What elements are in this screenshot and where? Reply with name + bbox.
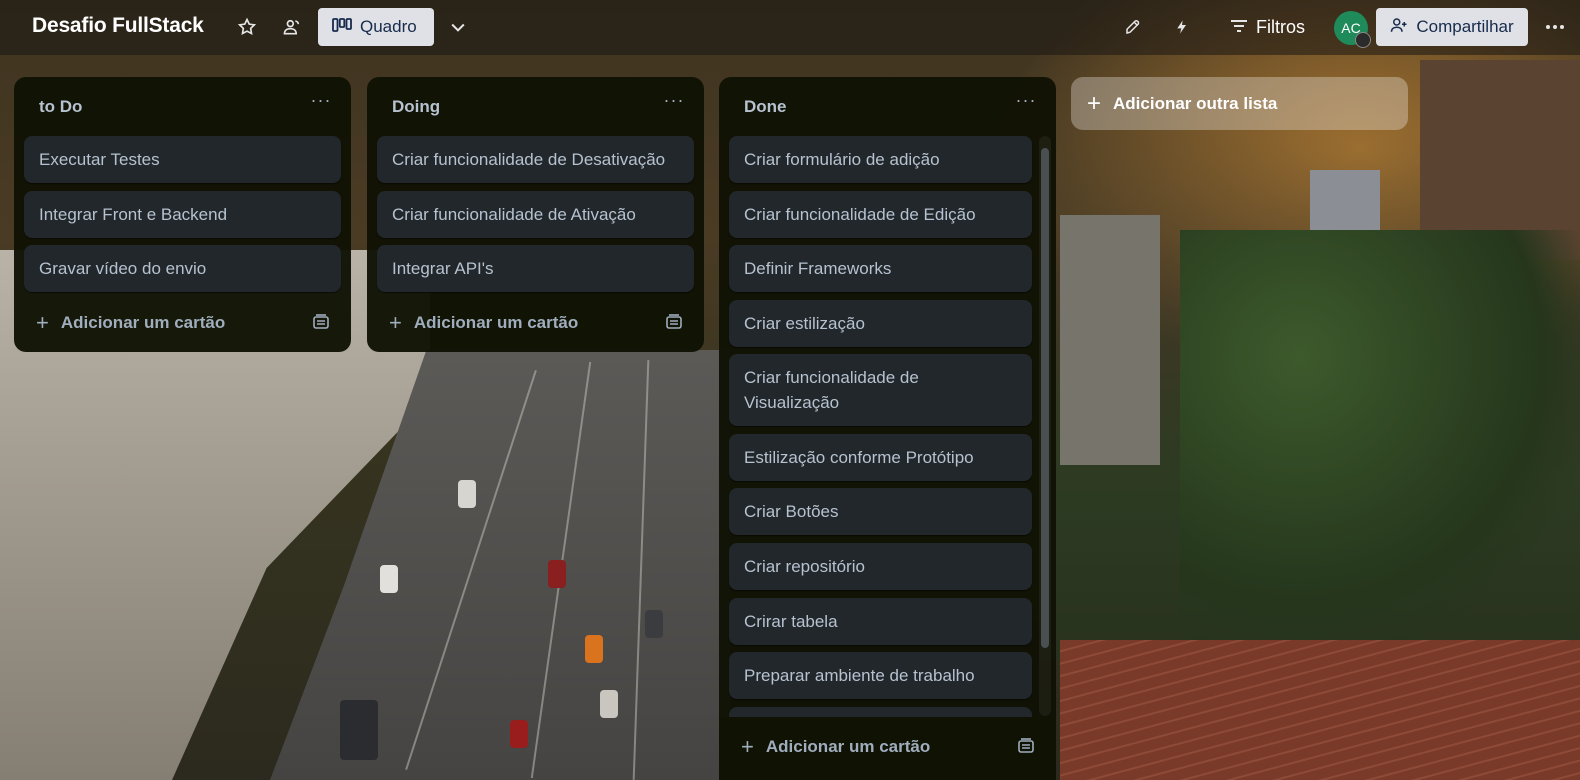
list-title[interactable]: to Do: [39, 97, 82, 117]
card[interactable]: Gravar vídeo do envio: [24, 245, 341, 292]
add-card-button[interactable]: + Adicionar um cartão: [36, 310, 225, 336]
admin-badge-icon: [1355, 32, 1371, 48]
background-car: [645, 610, 663, 638]
scrollbar-thumb[interactable]: [1041, 148, 1049, 648]
add-card-label: Adicionar um cartão: [765, 737, 931, 756]
share-button[interactable]: Compartilhar: [1376, 8, 1528, 46]
star-icon[interactable]: [232, 12, 262, 42]
card[interactable]: Criar funcionalidade de Visualização: [729, 354, 1032, 426]
member-avatar[interactable]: AC: [1334, 11, 1371, 48]
list-done: Done ··· Criar formulário de adição Cria…: [719, 77, 1056, 780]
card[interactable]: Preparar ambiente de trabalho: [729, 652, 1032, 699]
card[interactable]: Estilização conforme Protótipo: [729, 434, 1032, 481]
plus-icon: +: [741, 734, 754, 759]
list-menu-icon[interactable]: ···: [662, 91, 686, 113]
more-icon[interactable]: [1540, 12, 1570, 42]
filter-button[interactable]: Filtros: [1230, 11, 1305, 43]
list-title[interactable]: Doing: [392, 97, 440, 117]
automation-icon[interactable]: [1167, 12, 1197, 42]
background-car: [510, 720, 528, 748]
card[interactable]: Criar formulário de adição: [729, 136, 1032, 183]
add-card-label: Adicionar um cartão: [413, 313, 579, 332]
card[interactable]: Criar funcionalidade de Desativação: [377, 136, 694, 183]
card-partial[interactable]: [729, 707, 1032, 717]
card[interactable]: Definir Frameworks: [729, 245, 1032, 292]
card[interactable]: Criar funcionalidade de Edição: [729, 191, 1032, 238]
list-doing: Doing ··· Criar funcionalidade de Desati…: [367, 77, 704, 352]
plus-icon: +: [36, 310, 49, 335]
background-running-track: [1060, 640, 1580, 780]
plus-icon: +: [1087, 89, 1102, 117]
board-header: Desafio FullStack Quadro Filtros AC Comp…: [0, 0, 1580, 55]
card[interactable]: Criar estilização: [729, 300, 1032, 347]
card-template-icon[interactable]: [312, 314, 330, 330]
filter-icon: [1230, 17, 1248, 38]
background-car: [380, 565, 398, 593]
list-menu-icon[interactable]: ···: [309, 91, 333, 113]
card[interactable]: Integrar Front e Backend: [24, 191, 341, 238]
board-title[interactable]: Desafio FullStack: [32, 14, 204, 38]
background-car: [585, 635, 603, 663]
workspace-visibility-icon[interactable]: [277, 12, 307, 42]
plus-icon: +: [389, 310, 402, 335]
list-to-do: to Do ··· Executar Testes Integrar Front…: [14, 77, 351, 352]
list-scrollbar[interactable]: [1039, 136, 1051, 716]
card[interactable]: Crirar tabela: [729, 598, 1032, 645]
background-trees: [1180, 230, 1580, 650]
background-building: [1060, 215, 1160, 465]
share-label: Compartilhar: [1416, 17, 1514, 36]
card-template-icon[interactable]: [665, 314, 683, 330]
background-car: [340, 700, 378, 760]
background-car: [548, 560, 566, 588]
board-view-button[interactable]: Quadro: [318, 8, 434, 46]
board-view-label: Quadro: [360, 17, 417, 36]
card[interactable]: Criar repositório: [729, 543, 1032, 590]
background-car: [600, 690, 618, 718]
share-user-icon: [1390, 16, 1408, 39]
add-list-button[interactable]: + Adicionar outra lista: [1071, 77, 1408, 130]
card[interactable]: Criar funcionalidade de Ativação: [377, 191, 694, 238]
card[interactable]: Integrar API's: [377, 245, 694, 292]
board-view-icon: [332, 17, 352, 37]
card[interactable]: Executar Testes: [24, 136, 341, 183]
add-card-button[interactable]: + Adicionar um cartão: [741, 734, 930, 760]
filter-label: Filtros: [1256, 16, 1305, 37]
chevron-down-icon[interactable]: [443, 12, 473, 42]
card-template-icon[interactable]: [1017, 738, 1035, 754]
card[interactable]: Criar Botões: [729, 488, 1032, 535]
add-card-button[interactable]: + Adicionar um cartão: [389, 310, 578, 336]
add-card-label: Adicionar um cartão: [60, 313, 226, 332]
list-menu-icon[interactable]: ···: [1014, 91, 1038, 113]
add-list-label: Adicionar outra lista: [1113, 93, 1278, 113]
background-car: [458, 480, 476, 508]
power-ups-icon[interactable]: [1118, 12, 1148, 42]
list-title[interactable]: Done: [744, 97, 787, 117]
